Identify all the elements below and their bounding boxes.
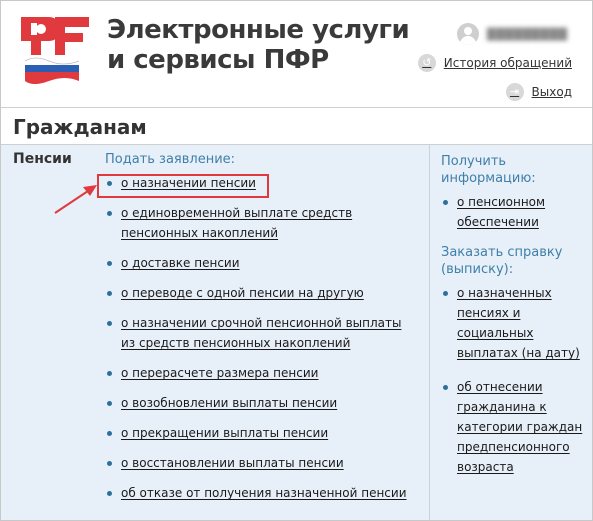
app-title: Электронные услуги и сервисы ПФР: [107, 15, 410, 75]
user-name: █████████: [487, 27, 568, 41]
certificate-item[interactable]: об отнесении гражданина к категории гражда…: [441, 377, 586, 477]
apply-item[interactable]: об отказе от получения назначенной пенси…: [105, 483, 425, 503]
highlight-box: [97, 174, 269, 198]
apply-item-text[interactable]: о прекращении выплаты пенсии: [121, 426, 328, 440]
section-bar: Гражданам: [1, 108, 592, 145]
app-title-line1: Электронные услуги: [107, 15, 410, 45]
apply-item[interactable]: о возобновлении выплаты пенсии: [105, 393, 425, 413]
certificate-item-text[interactable]: категории граждан: [457, 420, 582, 434]
apply-item[interactable]: о восстановлении выплаты пенсии: [105, 453, 425, 473]
certificate-item-text[interactable]: о назначенных: [457, 286, 552, 300]
info-item-text[interactable]: обеспечении: [457, 215, 539, 229]
info-heading: Получить информацию:: [441, 153, 586, 187]
history-icon: ↺: [417, 54, 436, 72]
app-title-line2: и сервисы ПФР: [107, 45, 329, 75]
section-title: Гражданам: [13, 115, 147, 139]
info-item[interactable]: о пенсионном обеспечении: [441, 192, 586, 232]
info-item-text[interactable]: о пенсионном: [457, 195, 545, 209]
apply-item-text[interactable]: о доставке пенсии: [121, 256, 240, 270]
apply-list: о назначении пенсии о единовременной выпл…: [105, 173, 425, 503]
certificate-heading-line1: Заказать справку: [441, 245, 563, 260]
apply-item-link[interactable]: об отказе от получения назначенной пенси…: [121, 486, 407, 500]
user-avatar-icon: [457, 23, 479, 45]
apply-item-text[interactable]: о назначении срочной пенсионной выплаты: [121, 316, 401, 330]
pfr-logo-icon[interactable]: [15, 9, 93, 87]
logout-link[interactable]: ⇥ Выход: [505, 83, 572, 101]
user-block[interactable]: █████████: [457, 23, 568, 45]
apply-item-text[interactable]: о единовременной выплате средств: [121, 206, 352, 220]
right-column: Получить информацию: о пенсионном обеспеч…: [441, 153, 586, 491]
info-heading-line2: информацию:: [441, 171, 536, 186]
certificate-heading: Заказать справку (выписку):: [441, 244, 586, 278]
certificate-item-text[interactable]: гражданина к: [457, 400, 547, 414]
info-list: о пенсионном обеспечении: [441, 192, 586, 232]
apply-item[interactable]: о прекращении выплаты пенсии: [105, 423, 425, 443]
certificate-item-text[interactable]: возраста: [457, 460, 514, 474]
certificate-list: о назначенных пенсиях и социальных выплатах…: [441, 283, 586, 477]
apply-item-text[interactable]: пенсионных накоплений: [121, 226, 278, 240]
history-label[interactable]: История обращений: [444, 56, 572, 70]
apply-item[interactable]: о доставке пенсии: [105, 253, 425, 273]
certificate-item-text[interactable]: пенсиях и: [457, 306, 520, 320]
apply-item-text[interactable]: о возобновлении выплаты пенсии: [121, 396, 337, 410]
page: Электронные услуги и сервисы ПФР ███████…: [0, 0, 593, 521]
info-item-link[interactable]: о пенсионном обеспечении: [457, 195, 545, 229]
certificate-item[interactable]: о назначенных пенсиях и социальных выплатах…: [441, 283, 586, 363]
apply-item[interactable]: о единовременной выплате средств пенсионн…: [105, 203, 425, 243]
certificate-item-link[interactable]: об отнесении гражданина к категории гражда…: [457, 380, 582, 474]
apply-item-link[interactable]: о назначении срочной пенсионной выплаты и…: [121, 316, 401, 350]
apply-item-link[interactable]: о переводе с одной пенсии на другую: [121, 286, 364, 300]
apply-item-link[interactable]: о доставке пенсии: [121, 256, 240, 270]
apply-item-link[interactable]: о перерасчете размера пенсии: [121, 366, 318, 380]
apply-item-link[interactable]: о единовременной выплате средств пенсионн…: [121, 206, 352, 240]
apply-item[interactable]: о переводе с одной пенсии на другую: [105, 283, 425, 303]
apply-item-link[interactable]: о прекращении выплаты пенсии: [121, 426, 328, 440]
apply-item-text[interactable]: из средств пенсионных накоплений: [121, 336, 350, 350]
certificate-heading-line2: (выписку):: [441, 262, 514, 277]
apply-item[interactable]: о назначении срочной пенсионной выплаты и…: [105, 313, 425, 353]
pointer-arrow-icon: [54, 185, 97, 214]
column-divider: [429, 145, 430, 520]
certificate-item-text[interactable]: социальных: [457, 326, 533, 340]
apply-item[interactable]: о перерасчете размера пенсии: [105, 363, 425, 383]
apply-item-text[interactable]: об отказе от получения назначенной пенси…: [121, 486, 407, 500]
certificate-item-text[interactable]: об отнесении: [457, 380, 543, 394]
apply-column: Подать заявление: о назначении пенсии о е…: [105, 151, 425, 513]
category-label: Пенсии: [13, 151, 72, 167]
apply-heading: Подать заявление:: [105, 152, 236, 167]
logout-icon: ⇥: [505, 83, 524, 101]
apply-item-link[interactable]: о возобновлении выплаты пенсии: [121, 396, 337, 410]
certificate-item-text[interactable]: предпенсионного: [457, 440, 570, 454]
certificate-item-link[interactable]: о назначенных пенсиях и социальных выплатах…: [457, 286, 580, 360]
info-heading-line1: Получить: [441, 154, 507, 169]
apply-item-text[interactable]: о перерасчете размера пенсии: [121, 366, 318, 380]
certificate-item-text[interactable]: выплатах (на дату): [457, 346, 580, 360]
logout-label[interactable]: Выход: [532, 85, 572, 99]
apply-item-link[interactable]: о восстановлении выплаты пенсии: [121, 456, 344, 470]
apply-item-text[interactable]: о переводе с одной пенсии на другую: [121, 286, 364, 300]
history-link[interactable]: ↺ История обращений: [417, 54, 572, 72]
apply-item-text[interactable]: о восстановлении выплаты пенсии: [121, 456, 344, 470]
